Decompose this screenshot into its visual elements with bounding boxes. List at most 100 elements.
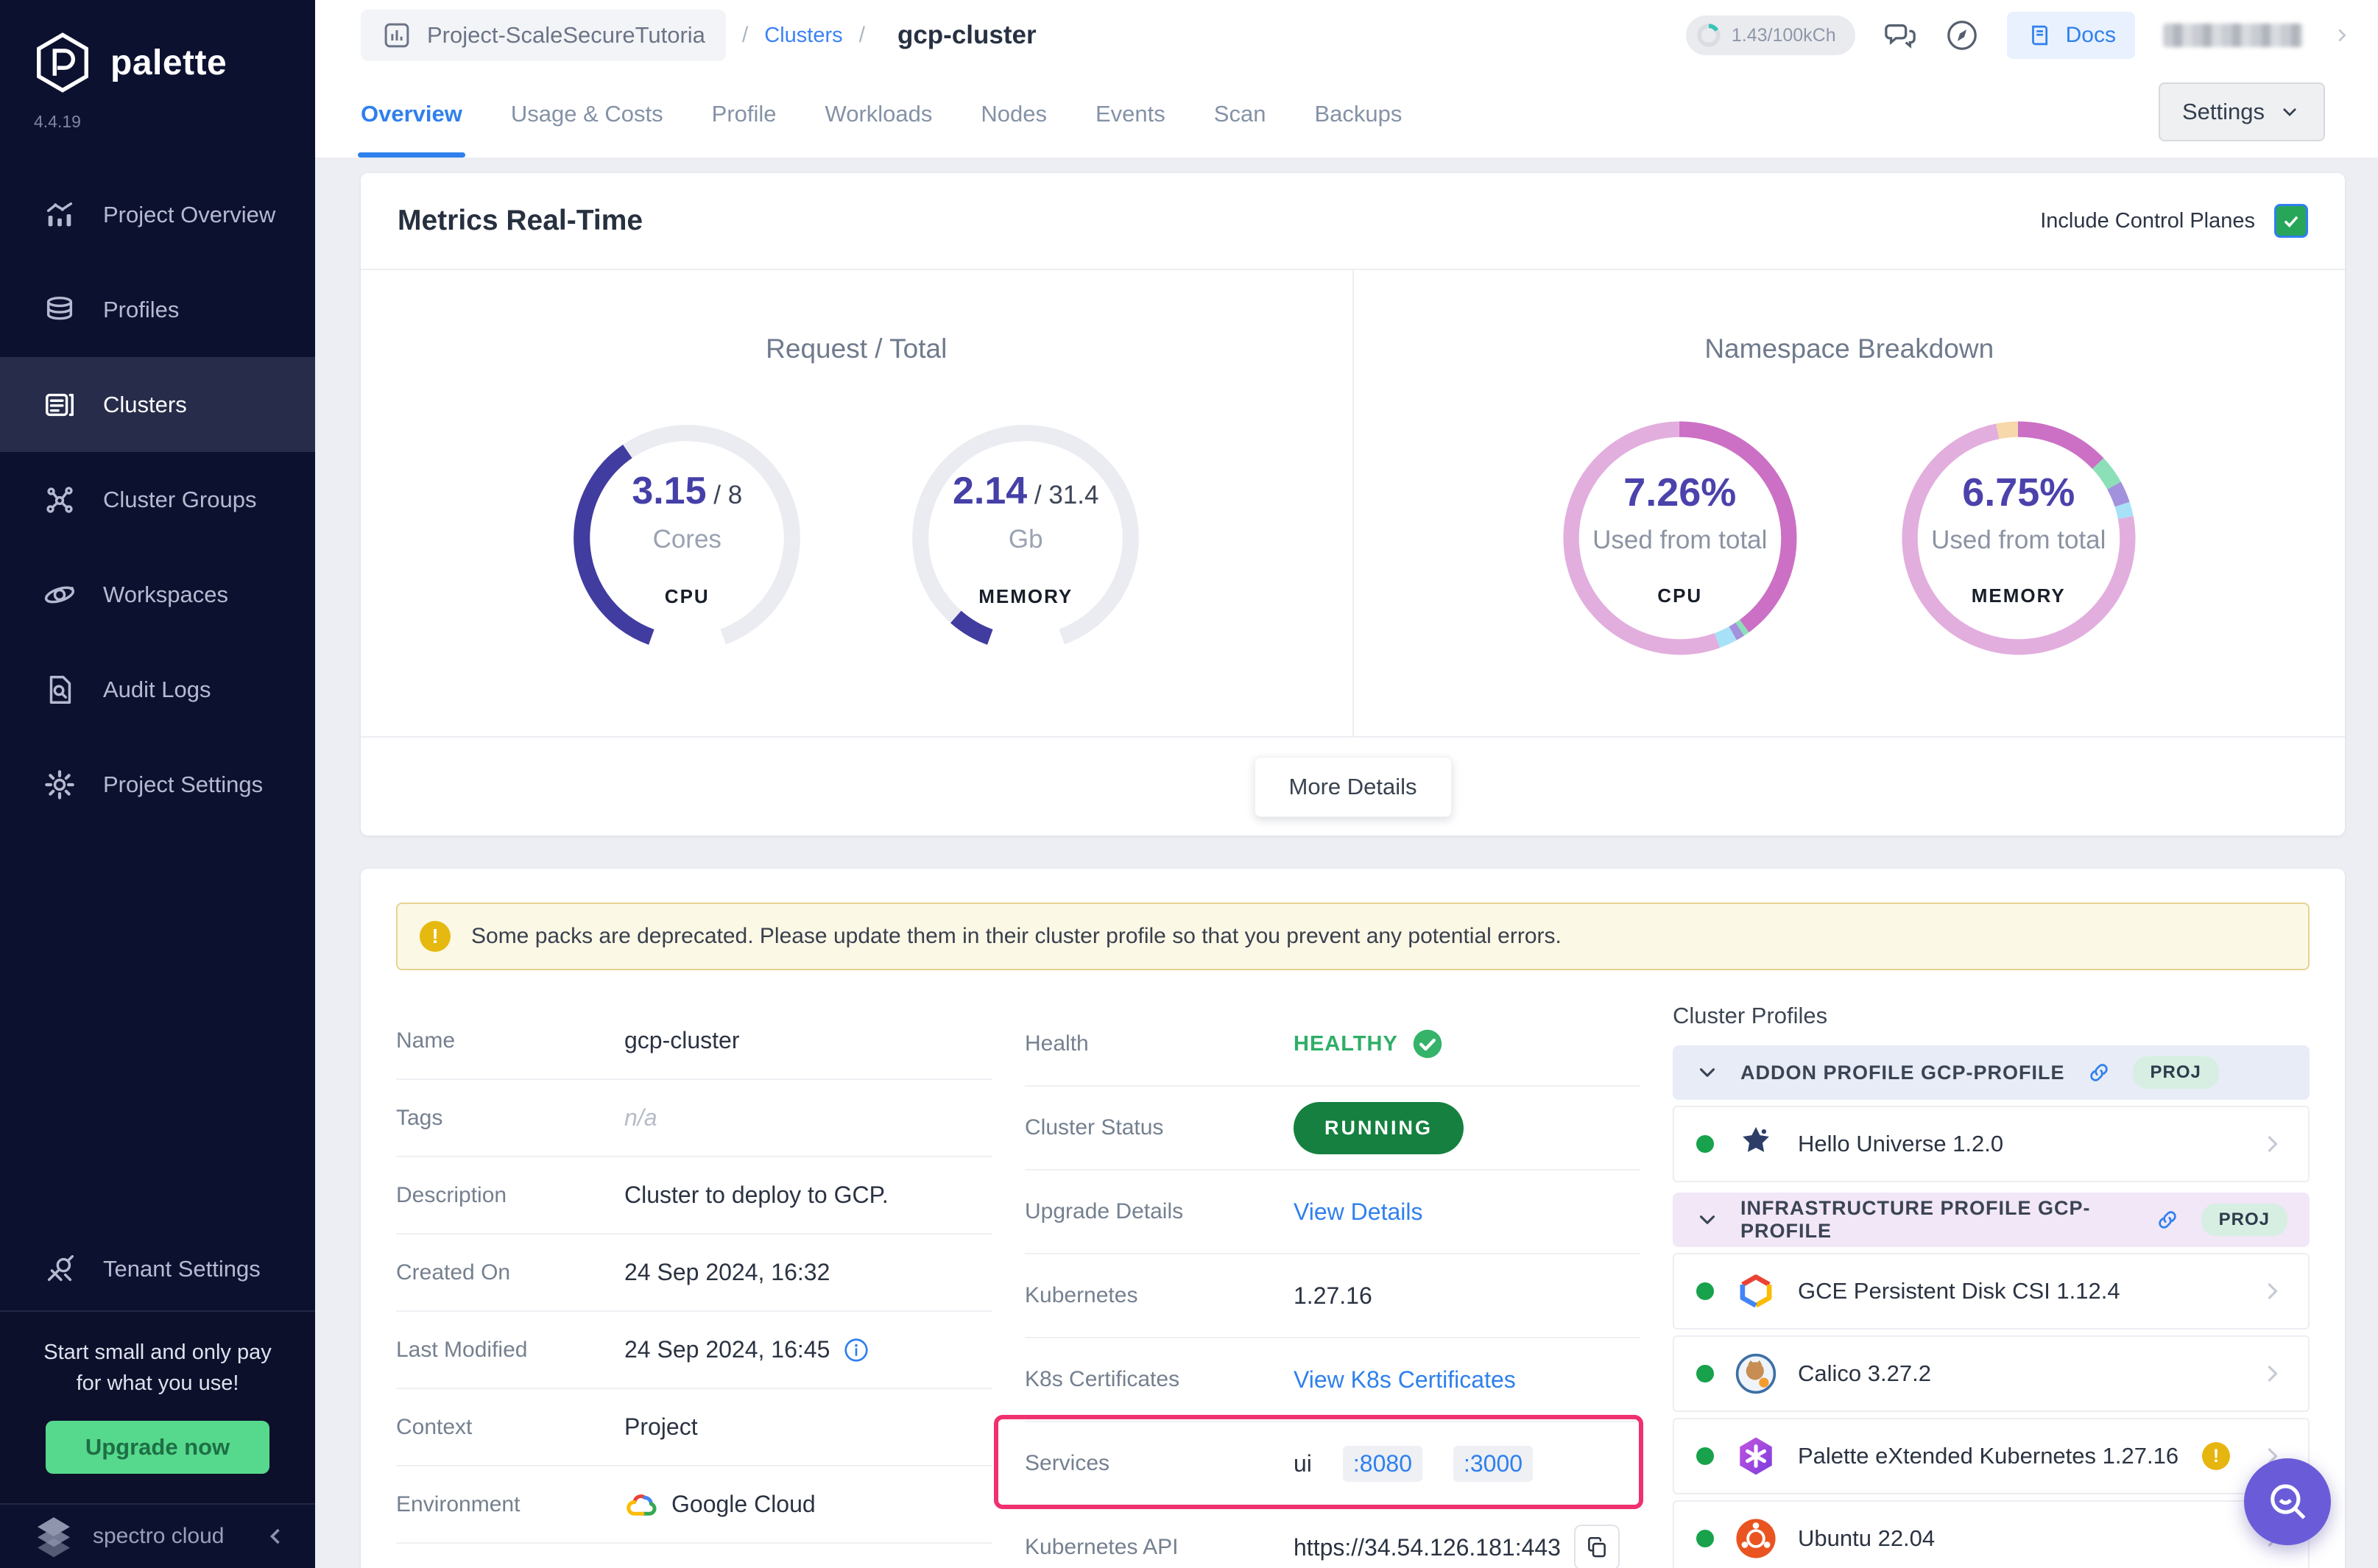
detail-link[interactable]: View Details [1294,1198,1422,1226]
cluster-profiles-heading: Cluster Profiles [1673,1003,2310,1029]
pack-name: Hello Universe 1.2.0 [1798,1131,2003,1157]
tab-profile[interactable]: Profile [712,71,777,158]
upgrade-now-button[interactable]: Upgrade now [46,1421,269,1474]
cluster-status-pill[interactable]: RUNNING [1294,1102,1464,1154]
tab-workloads[interactable]: Workloads [825,71,933,158]
include-control-planes-checkbox[interactable] [2274,204,2308,238]
donut-caption: Used from total [1931,526,2106,555]
sidebar-item-workspaces[interactable]: Workspaces [0,547,315,642]
profile-scope-badge: PROJ [2133,1056,2219,1089]
tab-usage-costs[interactable]: Usage & Costs [511,71,663,158]
gauge-label: MEMORY [978,585,1073,608]
explore-button[interactable] [1945,18,1979,52]
usage-quota-pill[interactable]: 1.43/100kCh [1686,15,1855,55]
detail-label: Last Modified [396,1338,624,1363]
detail-link[interactable]: View K8s Certificates [1294,1366,1516,1394]
donut-percentage: 6.75% [1962,470,2075,515]
more-details-button[interactable]: More Details [1255,757,1452,817]
audit-icon [43,673,77,707]
namespace-breakdown-heading: Namespace Breakdown [1354,333,2346,364]
request-total-heading: Request / Total [361,333,1352,364]
profile-group-header[interactable]: ADDON PROFILE GCP-PROFILE PROJ [1673,1045,2310,1100]
sidebar-item-label: Profiles [103,297,179,323]
pack-row-gce-disk[interactable]: GCE Persistent Disk CSI 1.12.4 [1673,1253,2310,1329]
pack-name: GCE Persistent Disk CSI 1.12.4 [1798,1278,2120,1304]
sidebar-item-cluster-groups[interactable]: Cluster Groups [0,452,315,547]
profile-group-header[interactable]: INFRASTRUCTURE PROFILE GCP-PROFILEPROJ [1673,1193,2310,1247]
pack-row-calico[interactable]: Calico 3.27.2 [1673,1335,2310,1412]
detail-value: ui:8080:3000 [1294,1446,1533,1482]
detail-mid-row-upgrade-details: Upgrade DetailsView Details [1025,1170,1640,1254]
sidebar-collapse-button[interactable] [262,1523,289,1550]
detail-value: 24 Sep 2024, 16:45 [624,1336,869,1363]
include-control-planes: Include Control Planes [2040,204,2308,238]
pack-name: Palette eXtended Kubernetes 1.27.16 [1798,1443,2178,1469]
metrics-realtime-card: Metrics Real-Time Include Control Planes… [361,173,2345,836]
sidebar-item-clusters[interactable]: Clusters [0,357,315,452]
cluster-settings-button[interactable]: Settings [2159,82,2325,141]
breadcrumb-project-chip[interactable]: Project-ScaleSecureTutoria [361,10,726,61]
hello-universe-icon [1735,1123,1777,1165]
tab-scan[interactable]: Scan [1214,71,1266,158]
header-actions: 1.43/100kCh [1686,12,2353,59]
pack-row-hello-universe[interactable]: Hello Universe 1.2.0 [1673,1106,2310,1182]
alert-text: Some packs are deprecated. Please update… [471,924,1562,949]
gauge-center-cpu: 3.15 / 8CoresCPU [554,406,819,671]
sidebar-item-project-settings[interactable]: Project Settings [0,737,315,832]
detail-mid-row-services: Servicesui:8080:3000 [1025,1422,1640,1506]
book-icon [2026,21,2054,49]
user-menu-caret[interactable] [2331,24,2353,46]
spectro-cloud-logo-icon [31,1514,77,1559]
chat-button[interactable] [1883,18,1917,52]
compass-icon [1945,18,1979,52]
detail-label: Context [396,1415,624,1440]
chevron-right-icon [2259,1360,2286,1387]
tab-backups[interactable]: Backups [1314,71,1402,158]
assistant-search-fab[interactable] [2244,1458,2331,1545]
link-icon[interactable] [2154,1207,2181,1233]
sidebar-item-label: Project Overview [103,202,275,228]
tab-overview[interactable]: Overview [361,71,462,158]
donut-label: MEMORY [1972,585,2066,607]
donut-center-cpu: 7.26%Used from totalCPU [1548,406,1813,671]
username-redacted[interactable] [2163,24,2303,47]
sidebar-item-profiles[interactable]: Profiles [0,262,315,357]
details-grid: Namegcp-clusterTagsn/aDescriptionCluster… [396,1003,2310,1568]
copy-button[interactable] [1574,1525,1620,1568]
details-middle-column: HealthHEALTHYCluster StatusRUNNINGUpgrad… [1025,1003,1640,1568]
service-port-link[interactable]: :8080 [1343,1446,1422,1482]
detail-label: Kubernetes [1025,1283,1294,1308]
gauge-memory: 2.14 / 31.4GbMEMORY [893,406,1158,700]
info-icon[interactable] [843,1337,869,1363]
tools-icon [43,1252,77,1286]
metrics-charts-row: Request / Total 3.15 / 8CoresCPU 2.14 / … [361,270,2345,736]
detail-mid-row-cluster-status: Cluster StatusRUNNING [1025,1087,1640,1170]
detail-label: Environment [396,1492,624,1517]
breadcrumb-clusters-link[interactable]: Clusters [764,24,842,48]
pack-row-ubuntu[interactable]: Ubuntu 22.04 [1673,1500,2310,1568]
service-port-link[interactable]: :3000 [1453,1446,1533,1482]
detail-value: Google Cloud [624,1488,816,1522]
detail-value: 1.27.16 [1294,1282,1372,1310]
sidebar-item-audit-logs[interactable]: Audit Logs [0,642,315,737]
palette-cluster-overview-page: palette 4.4.19 Project OverviewProfilesC… [0,0,2378,1568]
detail-left-row-created-on: Created On24 Sep 2024, 16:32 [396,1235,992,1312]
warning-icon: ! [420,921,451,952]
tab-events[interactable]: Events [1095,71,1165,158]
promo-text: Start small and only pay for what you us… [15,1337,300,1399]
content-area: Metrics Real-Time Include Control Planes… [315,158,2378,1568]
tab-nodes[interactable]: Nodes [981,71,1047,158]
sidebar-item-tenant-settings[interactable]: Tenant Settings [0,1228,315,1310]
chat-icon [1883,18,1917,52]
donut-percentage: 7.26% [1623,470,1736,515]
pack-row-pxk[interactable]: Palette eXtended Kubernetes 1.27.16! [1673,1418,2310,1494]
detail-value: https://34.54.126.181:443 [1294,1525,1620,1568]
docs-button[interactable]: Docs [2007,12,2135,59]
profile-group-title: ADDON PROFILE GCP-PROFILE [1740,1062,2065,1084]
sidebar-item-project-overview[interactable]: Project Overview [0,167,315,262]
cluster-details-card: ! Some packs are deprecated. Please upda… [361,869,2345,1568]
detail-mid-row-health: HealthHEALTHY [1025,1003,1640,1087]
link-icon[interactable] [2086,1059,2112,1086]
detail-label: Services [1025,1451,1294,1476]
detail-mid-row-kubernetes: Kubernetes1.27.16 [1025,1254,1640,1338]
